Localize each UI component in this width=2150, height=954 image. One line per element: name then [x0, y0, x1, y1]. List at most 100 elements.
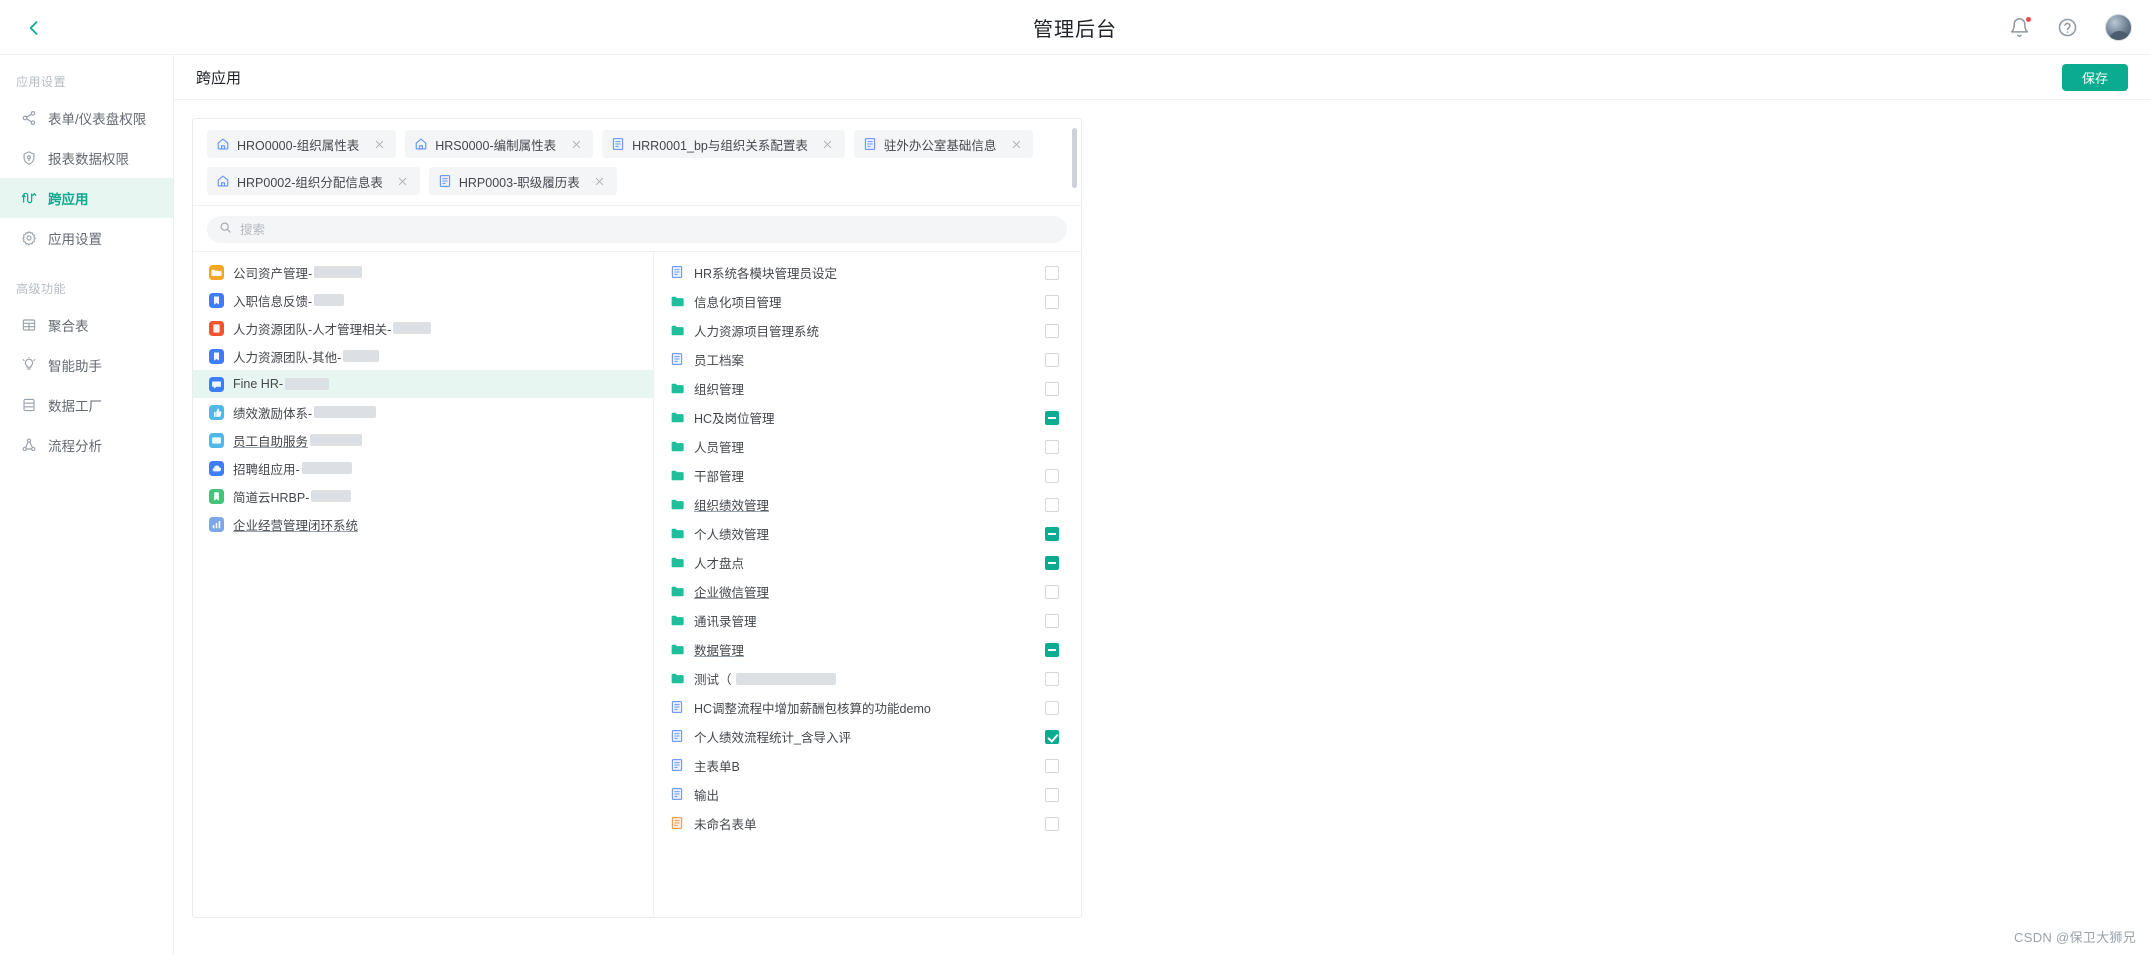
app-tag[interactable]: HRP0002-组织分配信息表 [207, 167, 420, 195]
tree-item-checkbox[interactable] [1045, 816, 1059, 831]
form-icon [670, 758, 685, 773]
app-name-text: 绩效激励体系- [233, 406, 313, 421]
close-icon[interactable] [396, 174, 410, 188]
tree-item[interactable]: 输出 [654, 780, 1081, 809]
app-tag[interactable]: HRS0000-编制属性表 [405, 130, 594, 158]
tree-item[interactable]: 组织管理 [654, 374, 1081, 403]
tree-item[interactable]: HC及岗位管理 [654, 403, 1081, 432]
tree-item[interactable]: 人员管理 [654, 432, 1081, 461]
tree-label-text: 个人绩效流程统计_含导入评 [694, 731, 851, 745]
tree-item-checkbox[interactable] [1045, 758, 1059, 773]
tree-item-checkbox[interactable] [1045, 526, 1059, 541]
app-chat-icon [209, 376, 224, 392]
tree-item-label: 人员管理 [694, 437, 1045, 456]
table-icon [20, 317, 37, 334]
tree-item-checkbox[interactable] [1045, 294, 1059, 309]
form-icon [670, 700, 685, 715]
tree-item-checkbox[interactable] [1045, 555, 1059, 570]
app-tag[interactable]: 驻外办公室基础信息 [853, 130, 1034, 158]
tree-item[interactable]: 未命名表单 [654, 809, 1081, 838]
close-icon[interactable] [372, 137, 386, 151]
tree-item[interactable]: 通讯录管理 [654, 606, 1081, 635]
app-list-item[interactable]: 简道云HRBP- [193, 482, 653, 510]
tree-item[interactable]: 组织绩效管理 [654, 490, 1081, 519]
tree-item[interactable]: 测试（ [654, 664, 1081, 693]
avatar[interactable] [2105, 14, 2132, 41]
tree-label-text: 组织绩效管理 [694, 499, 770, 513]
app-tag-label: HRR0001_bp与组织关系配置表 [632, 138, 808, 153]
app-list-item[interactable]: 绩效激励体系- [193, 398, 653, 426]
app-thumb-icon [209, 404, 224, 420]
tree-item[interactable]: 数据管理 [654, 635, 1081, 664]
app-list-item[interactable]: Fine HR- [193, 370, 653, 398]
app-name-text: 人力资源团队-人才管理相关- [233, 322, 392, 337]
tree-item-checkbox[interactable] [1045, 642, 1059, 657]
close-icon[interactable] [821, 137, 835, 151]
tree-item[interactable]: HC调整流程中增加薪酬包核算的功能demo [654, 693, 1081, 722]
sidebar-item-smart-assistant[interactable]: 智能助手 [0, 345, 173, 385]
app-list-item[interactable]: 公司资产管理- [193, 258, 653, 286]
tree-item-checkbox[interactable] [1045, 729, 1059, 744]
tree-item[interactable]: 人才盘点 [654, 548, 1081, 577]
tree-item-checkbox[interactable] [1045, 787, 1059, 802]
folder-icon [670, 294, 685, 309]
app-tag[interactable]: HRR0001_bp与组织关系配置表 [602, 130, 845, 158]
close-icon[interactable] [593, 174, 607, 188]
app-list-item[interactable]: 员工自助服务 [193, 426, 653, 454]
tree-item[interactable]: 员工档案 [654, 345, 1081, 374]
search-box[interactable] [207, 216, 1067, 243]
app-tag[interactable]: HRO0000-组织属性表 [207, 130, 397, 158]
tree-item-checkbox[interactable] [1045, 352, 1059, 367]
app-list-item[interactable]: 人力资源团队-人才管理相关- [193, 314, 653, 342]
close-icon[interactable] [569, 137, 583, 151]
app-list-item[interactable]: 企业经营管理闭环系统 [193, 510, 653, 538]
tree-item-checkbox[interactable] [1045, 410, 1059, 425]
tree-item[interactable]: 主表单B [654, 751, 1081, 780]
tree-item[interactable]: HR系统各模块管理员设定 [654, 258, 1081, 287]
tree-item[interactable]: 干部管理 [654, 461, 1081, 490]
sidebar-item-app-settings[interactable]: 应用设置 [0, 218, 173, 258]
sidebar-divider [0, 258, 173, 272]
app-list-item-label: 员工自助服务 [233, 431, 363, 450]
tree-item-checkbox[interactable] [1045, 381, 1059, 396]
tree-item-checkbox[interactable] [1045, 497, 1059, 512]
tree-item-checkbox[interactable] [1045, 584, 1059, 599]
tree-item[interactable]: 个人绩效流程统计_含导入评 [654, 722, 1081, 751]
sidebar-item-process-analysis[interactable]: 流程分析 [0, 425, 173, 465]
sidebar-item-form-dashboard-permission[interactable]: 表单/仪表盘权限 [0, 98, 173, 138]
save-button[interactable]: 保存 [2061, 64, 2128, 91]
sidebar-item-report-data-permission[interactable]: 报表数据权限 [0, 138, 173, 178]
tree-item-checkbox[interactable] [1045, 468, 1059, 483]
tree-item[interactable]: 个人绩效管理 [654, 519, 1081, 548]
redacted-text [311, 490, 352, 502]
tree-item[interactable]: 人力资源项目管理系统 [654, 316, 1081, 345]
app-list-item[interactable]: 人力资源团队-其他- [193, 342, 653, 370]
tag-scrollbar[interactable] [1072, 128, 1077, 188]
search-input[interactable] [240, 222, 1055, 237]
app-tree-columns: 公司资产管理- 入职信息反馈- 人力资源团队-人才管理相关- 人力资源团队-其他- Fi… [193, 251, 1081, 917]
tree-item-checkbox[interactable] [1045, 700, 1059, 715]
sidebar-item-aggregate-table[interactable]: 聚合表 [0, 305, 173, 345]
help-circle-icon[interactable] [2057, 17, 2079, 39]
app-cloud-icon [209, 460, 224, 476]
tree-item-label: 人才盘点 [694, 553, 1045, 572]
tree-item[interactable]: 信息化项目管理 [654, 287, 1081, 316]
sidebar-item-cross-app[interactable]: 跨应用 [0, 178, 173, 218]
tree-item-checkbox[interactable] [1045, 265, 1059, 280]
tree-item[interactable]: 企业微信管理 [654, 577, 1081, 606]
tree-item-checkbox[interactable] [1045, 671, 1059, 686]
close-icon[interactable] [1009, 137, 1023, 151]
sidebar-item-data-factory[interactable]: 数据工厂 [0, 385, 173, 425]
tree-item-checkbox[interactable] [1045, 439, 1059, 454]
database-icon [20, 397, 37, 414]
content-header: 跨应用 保存 [174, 55, 2150, 100]
search-row [193, 206, 1081, 251]
tree-item-checkbox[interactable] [1045, 613, 1059, 628]
bell-icon[interactable] [2009, 15, 2032, 39]
tree-item-checkbox[interactable] [1045, 323, 1059, 338]
app-tag[interactable]: HRP0003-职级履历表 [428, 167, 617, 195]
folder-icon [670, 381, 685, 396]
redacted-text [314, 266, 363, 278]
app-list-item[interactable]: 入职信息反馈- [193, 286, 653, 314]
app-list-item[interactable]: 招聘组应用- [193, 454, 653, 482]
